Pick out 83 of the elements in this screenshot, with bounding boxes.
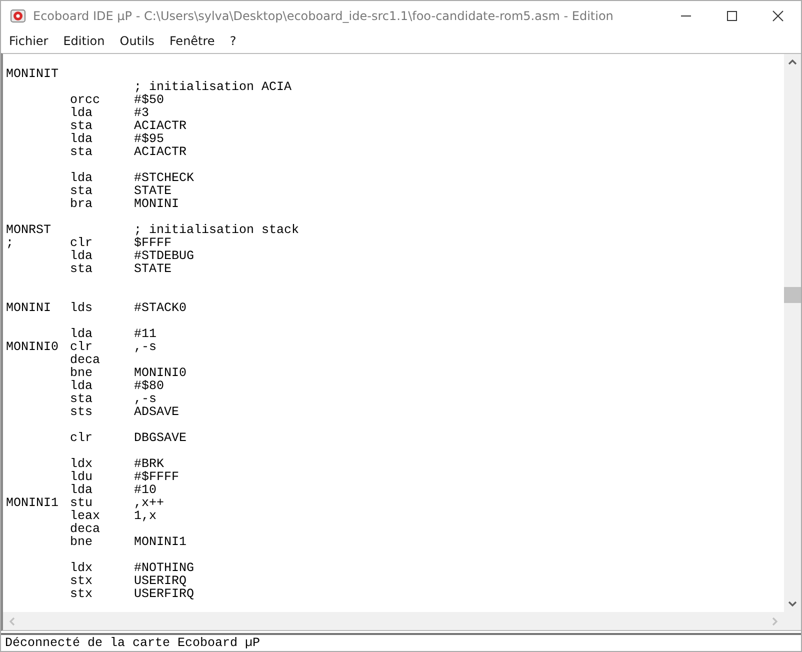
menu-item[interactable]: Fichier xyxy=(9,34,48,48)
code-operand: MONINI0 xyxy=(134,367,187,380)
maximize-icon[interactable] xyxy=(726,10,738,22)
app-icon xyxy=(10,8,26,24)
code-operand: #STACK0 xyxy=(134,302,187,315)
scroll-up-icon[interactable] xyxy=(788,59,797,65)
code-operand: STATE xyxy=(134,185,172,198)
code-instruction: lda xyxy=(70,132,93,146)
code-operand: #NOTHING xyxy=(134,562,194,575)
code-instruction: clr xyxy=(70,340,93,354)
window-title: Ecoboard IDE µP - C:\Users\sylva\Desktop\ecoboard_ide-src1.1\foo-candidate-rom5.asm - Edition xyxy=(33,9,614,23)
code-operand: ACIACTR xyxy=(134,120,187,133)
scroll-right-icon[interactable] xyxy=(772,616,778,626)
code-instruction: bne xyxy=(70,535,93,549)
code-instruction: sta xyxy=(70,392,93,406)
code-operand: #STCHECK xyxy=(134,172,194,185)
code-instruction: sta xyxy=(70,184,93,198)
code-instruction: bne xyxy=(70,366,93,380)
code-instruction: deca xyxy=(70,353,100,367)
code-operand: #$50 xyxy=(134,94,164,107)
code-operand: ,-s xyxy=(134,341,157,354)
code-label: ; xyxy=(6,236,14,250)
code-operand: ,-s xyxy=(134,393,157,406)
code-operand: #3 xyxy=(134,107,150,120)
code-operand: $FFFF xyxy=(134,237,172,250)
code-operand: #10 xyxy=(134,484,157,497)
code-operand: ACIACTR xyxy=(134,146,187,159)
code-operand: DBGSAVE xyxy=(134,432,187,445)
code-instruction: lda xyxy=(70,249,93,263)
code-operand: #BRK xyxy=(134,458,164,471)
code-operand: MONINI xyxy=(134,198,180,211)
code-label: MONINI0 xyxy=(6,340,59,354)
scroll-down-icon[interactable] xyxy=(788,601,797,607)
code-instruction: sta xyxy=(70,119,93,133)
code-label: MONINI1 xyxy=(6,496,59,510)
code-instruction: ldu xyxy=(70,470,93,484)
code-instruction: sta xyxy=(70,262,93,276)
code-label: MONINI xyxy=(6,301,52,315)
code-instruction: lda xyxy=(70,483,93,497)
code-instruction: lda xyxy=(70,106,93,120)
scroll-thumb[interactable] xyxy=(784,287,801,303)
code-label: MONINIT xyxy=(6,67,59,81)
code-operand: #$FFFF xyxy=(134,471,180,484)
code-operand: 1,x xyxy=(134,510,157,523)
horizontal-scrollbar[interactable] xyxy=(3,612,784,630)
code-instruction: sta xyxy=(70,145,93,159)
code-instruction: lds xyxy=(70,301,93,315)
code-instruction: lda xyxy=(70,379,93,393)
code-operand: #$95 xyxy=(134,133,164,146)
status-bar: Déconnecté de la carte Ecoboard µP xyxy=(1,633,801,651)
menu-item[interactable]: Outils xyxy=(120,34,154,48)
code-instruction: sts xyxy=(70,405,93,419)
code-instruction: stx xyxy=(70,574,93,588)
code-instruction: orcc xyxy=(70,93,100,107)
code-instruction: lda xyxy=(70,327,93,341)
code-instruction: clr xyxy=(70,236,93,250)
menu-item[interactable]: Edition xyxy=(63,34,105,48)
scroll-left-icon[interactable] xyxy=(9,616,15,626)
code-operand: ADSAVE xyxy=(134,406,180,419)
code-operand: MONINI1 xyxy=(134,536,187,549)
menu-item[interactable]: ? xyxy=(230,34,236,48)
code-instruction: ldx xyxy=(70,561,93,575)
code-operand: STATE xyxy=(134,263,172,276)
code-label: MONRST xyxy=(6,223,52,237)
vertical-scrollbar[interactable] xyxy=(784,54,801,612)
code-operand: USERIRQ xyxy=(134,575,187,588)
code-instruction: clr xyxy=(70,431,93,445)
code-operand: #$80 xyxy=(134,380,164,393)
code-comment: ; initialisation ACIA xyxy=(134,81,292,94)
code-instruction: ldx xyxy=(70,457,93,471)
menu-item[interactable]: Fenêtre xyxy=(169,34,215,48)
code-instruction: leax xyxy=(70,509,100,523)
close-icon[interactable] xyxy=(772,10,784,22)
code-instruction: lda xyxy=(70,171,93,185)
code-instruction: bra xyxy=(70,197,93,211)
code-comment: ; initialisation stack xyxy=(134,224,300,237)
code-operand: USERFIRQ xyxy=(134,588,194,601)
code-instruction: deca xyxy=(70,522,100,536)
code-operand: #11 xyxy=(134,328,157,341)
code-operand: #STDEBUG xyxy=(134,250,194,263)
code-instruction: stu xyxy=(70,496,93,510)
code-instruction: stx xyxy=(70,587,93,601)
code-operand: ,x++ xyxy=(134,497,164,510)
